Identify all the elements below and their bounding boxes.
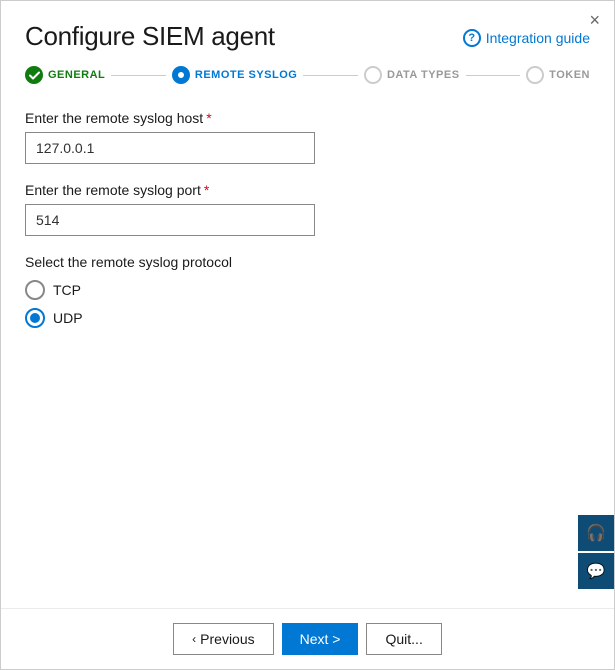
step-token: TOKEN [526,66,590,84]
configure-siem-dialog: × Configure SIEM agent ? Integration gui… [0,0,615,670]
host-field-group: Enter the remote syslog host * [25,110,590,164]
form-content: Enter the remote syslog host * Enter the… [1,100,614,608]
port-field-group: Enter the remote syslog port * [25,182,590,236]
headset-icon: 🎧 [586,523,606,543]
side-panel: 🎧 💬 [578,515,614,589]
step-remote-syslog-label: REMOTE SYSLOG [195,69,297,81]
port-label: Enter the remote syslog port * [25,182,590,198]
quit-label: Quit... [385,631,422,647]
host-input[interactable] [25,132,315,164]
step-token-label: TOKEN [549,69,590,81]
footer: ‹ Previous Next > Quit... [1,608,614,669]
step-data-types: DATA TYPES [364,66,460,84]
step-remote-syslog-icon [172,66,190,84]
step-line-3 [466,75,521,76]
host-required-star: * [206,110,211,126]
step-token-icon [526,66,544,84]
host-label: Enter the remote syslog host * [25,110,590,126]
integration-guide-label: Integration guide [486,30,590,46]
port-input[interactable] [25,204,315,236]
port-required-star: * [204,182,209,198]
protocol-udp-option[interactable]: UDP [25,308,590,328]
help-icon: ? [463,29,481,47]
step-general-icon [25,66,43,84]
step-general: GENERAL [25,66,105,84]
previous-label: Previous [200,631,254,647]
integration-guide-link[interactable]: ? Integration guide [463,29,590,47]
host-label-text: Enter the remote syslog host [25,110,203,126]
chat-icon: 💬 [587,562,606,580]
previous-chevron-icon: ‹ [192,632,196,646]
step-line-1 [111,75,166,76]
page-title: Configure SIEM agent [25,21,275,52]
step-remote-syslog: REMOTE SYSLOG [172,66,297,84]
protocol-tcp-option[interactable]: TCP [25,280,590,300]
tcp-label: TCP [53,282,81,298]
port-label-text: Enter the remote syslog port [25,182,201,198]
chat-button[interactable]: 💬 [578,553,614,589]
step-data-types-label: DATA TYPES [387,69,460,81]
title-bar: Configure SIEM agent ? Integration guide [1,1,614,58]
stepper: GENERAL REMOTE SYSLOG DATA TYPES TOKEN [1,58,614,100]
protocol-radio-group: TCP UDP [25,280,590,328]
next-label: Next > [300,631,341,647]
udp-radio-circle [25,308,45,328]
protocol-label: Select the remote syslog protocol [25,254,590,270]
step-line-2 [303,75,358,76]
udp-radio-inner [30,313,40,323]
tcp-radio-circle [25,280,45,300]
quit-button[interactable]: Quit... [366,623,441,655]
close-button[interactable]: × [589,11,600,29]
step-general-label: GENERAL [48,69,105,81]
close-icon: × [589,10,600,30]
udp-label: UDP [53,310,83,326]
next-button[interactable]: Next > [282,623,359,655]
protocol-field-group: Select the remote syslog protocol TCP UD… [25,254,590,328]
previous-button[interactable]: ‹ Previous [173,623,273,655]
headset-button[interactable]: 🎧 [578,515,614,551]
step-data-types-icon [364,66,382,84]
